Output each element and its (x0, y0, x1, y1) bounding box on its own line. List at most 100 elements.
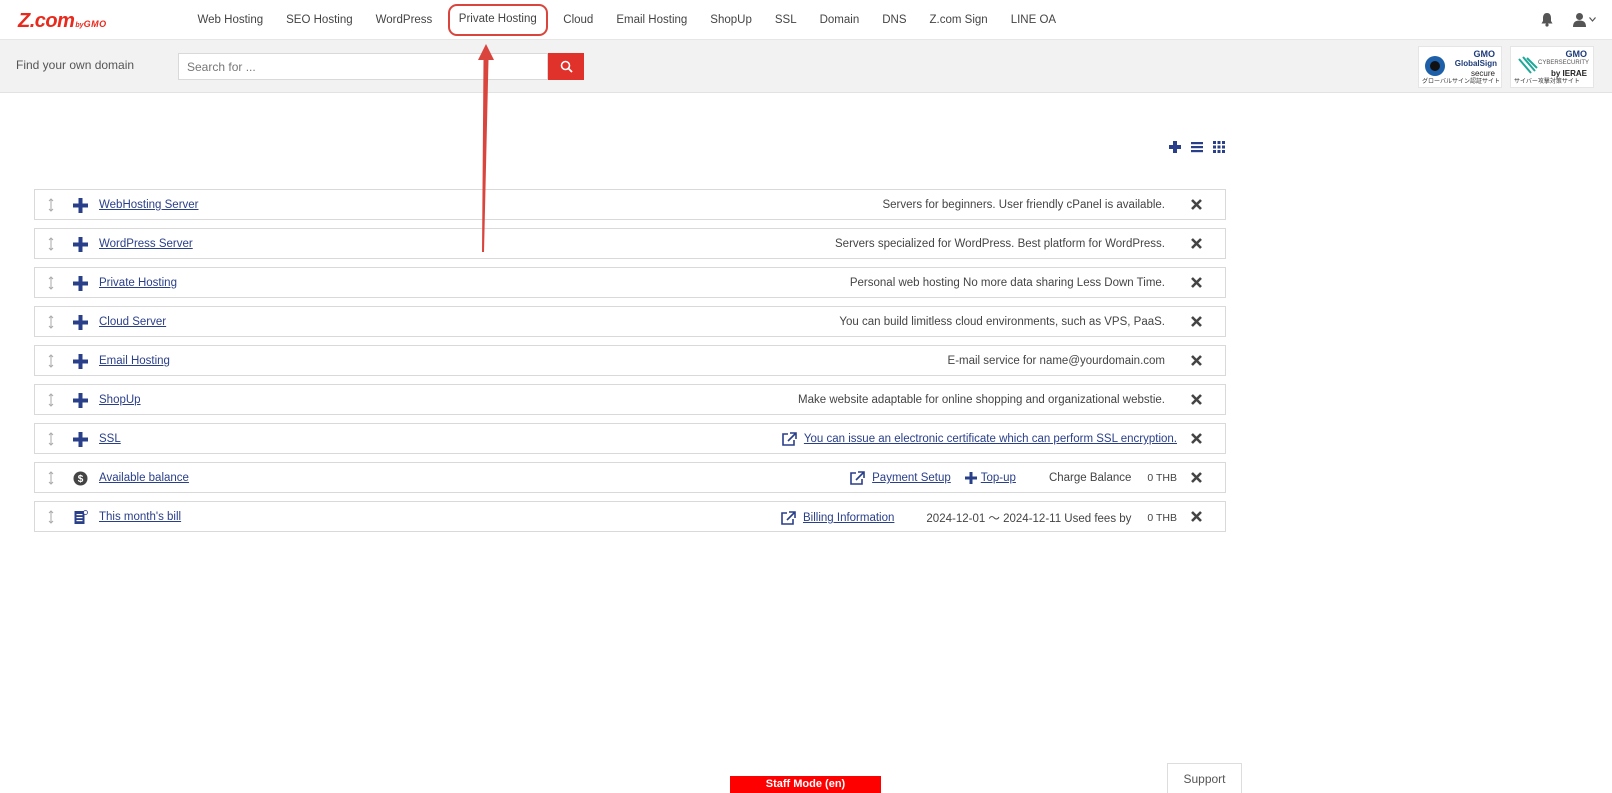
external-link-icon[interactable] (850, 471, 865, 485)
zcom-logo[interactable]: Z.com by GMO (18, 10, 107, 32)
top-nav: Z.com by GMO Web Hosting SEO Hosting Wor… (0, 0, 1612, 40)
badge-caption: サイバー攻撃対策サイト (1514, 79, 1580, 85)
grid-icon[interactable] (1212, 140, 1226, 154)
drag-handle-icon[interactable] (47, 471, 55, 485)
row-title-link[interactable]: ShopUp (99, 394, 141, 406)
close-icon[interactable] (1190, 237, 1203, 250)
plus-icon[interactable] (73, 354, 88, 369)
service-row-cloud: Cloud Server You can build limitless clo… (34, 306, 1226, 337)
row-title-link[interactable]: Email Hosting (99, 355, 170, 367)
bill-amount: 0 THB (1147, 512, 1177, 524)
globalsign-badge[interactable]: GMO GlobalSign secure グローバルサイン認証サイト (1418, 46, 1502, 88)
cybersecurity-badge[interactable]: GMO CYBERSECURITY by IERAE サイバー攻撃対策サイト (1510, 46, 1594, 88)
drag-handle-icon[interactable] (47, 237, 55, 251)
close-icon[interactable] (1190, 315, 1203, 328)
globalsign-logo-icon (1425, 56, 1445, 76)
balance-amount: 0 THB (1147, 472, 1177, 484)
list-icon[interactable] (1190, 140, 1204, 154)
drag-handle-icon[interactable] (47, 198, 55, 212)
badge-gmo: GMO (1565, 49, 1588, 59)
nav-shopup[interactable]: ShopUp (699, 0, 764, 40)
nav-wordpress[interactable]: WordPress (364, 0, 444, 40)
row-description: Servers for beginners. User friendly cPa… (882, 199, 1165, 211)
nav-line-oa[interactable]: LINE OA (999, 0, 1067, 40)
user-menu[interactable] (1572, 12, 1596, 27)
row-description: Personal web hosting No more data sharin… (849, 277, 1165, 289)
drag-handle-icon[interactable] (47, 276, 55, 290)
plus-icon[interactable] (73, 237, 88, 252)
balance-actions: Payment Setup Top-up Charge Balance 0 TH… (850, 471, 1177, 485)
row-title-link[interactable]: WordPress Server (99, 238, 193, 250)
external-link-icon[interactable] (781, 511, 796, 525)
drag-handle-icon[interactable] (47, 432, 55, 446)
nav-seo-hosting[interactable]: SEO Hosting (275, 0, 364, 40)
plus-icon[interactable] (1168, 140, 1182, 154)
user-icon (1573, 13, 1586, 27)
close-icon[interactable] (1190, 276, 1203, 289)
nav-ssl[interactable]: SSL (763, 0, 808, 40)
close-icon[interactable] (1190, 198, 1203, 211)
nav-email-hosting[interactable]: Email Hosting (605, 0, 699, 40)
drag-handle-icon[interactable] (47, 393, 55, 407)
domain-search-button[interactable] (548, 53, 584, 80)
row-title-link[interactable]: Cloud Server (99, 316, 166, 328)
row-description: Servers specialized for WordPress. Best … (835, 238, 1165, 250)
svg-text:$: $ (78, 474, 84, 485)
badge-globalsign: GlobalSign (1454, 59, 1497, 68)
ssl-link-group: You can issue an electronic certificate … (782, 432, 1177, 446)
row-title-link[interactable]: SSL (99, 433, 121, 445)
nav-domain[interactable]: Domain (808, 0, 871, 40)
plus-icon[interactable] (964, 472, 977, 484)
row-title-link[interactable]: Available balance (99, 472, 189, 484)
row-title-link[interactable]: WebHosting Server (99, 199, 199, 211)
close-icon[interactable] (1190, 432, 1203, 445)
drag-handle-icon[interactable] (47, 315, 55, 329)
nav-dns[interactable]: DNS (871, 0, 918, 40)
nav-web-hosting[interactable]: Web Hosting (186, 0, 275, 40)
invoice-icon (74, 510, 88, 524)
logo-by: by (75, 22, 84, 29)
nav-private-hosting[interactable]: Private Hosting (447, 4, 548, 36)
logo-gmo: GMO (83, 19, 107, 29)
logo-text: Z.com (18, 10, 75, 32)
annotation-arrow (478, 44, 494, 252)
nav-cloud[interactable]: Cloud (552, 0, 605, 40)
chevron-down-icon (1589, 17, 1596, 22)
plus-icon[interactable] (73, 393, 88, 408)
staff-mode-banner: Staff Mode (en) (730, 776, 881, 793)
nav-right (1540, 12, 1596, 27)
close-icon[interactable] (1190, 510, 1203, 523)
drag-handle-icon[interactable] (47, 354, 55, 368)
badge-cybersecurity: CYBERSECURITY (1537, 60, 1589, 66)
service-row-shopup: ShopUp Make website adaptable for online… (34, 384, 1226, 415)
service-row-wordpress: WordPress Server Servers specialized for… (34, 228, 1226, 259)
service-row-webhosting: WebHosting Server Servers for beginners.… (34, 189, 1226, 220)
service-row-private-hosting: Private Hosting Personal web hosting No … (34, 267, 1226, 298)
topup-link[interactable]: Top-up (981, 472, 1016, 484)
main-nav: Web Hosting SEO Hosting WordPress Privat… (186, 0, 1068, 40)
row-title-link[interactable]: This month's bill (99, 511, 181, 523)
row-title-link[interactable]: Private Hosting (99, 277, 177, 289)
plus-icon[interactable] (73, 315, 88, 330)
bill-info: Billing Information 2024-12-01 〜 2024-12… (781, 510, 1177, 526)
badge-caption: グローバルサイン認証サイト (1422, 79, 1500, 85)
support-button[interactable]: Support (1167, 763, 1242, 793)
close-icon[interactable] (1190, 471, 1203, 484)
close-icon[interactable] (1190, 393, 1203, 406)
payment-setup-link[interactable]: Payment Setup (872, 472, 951, 484)
drag-handle-icon[interactable] (47, 510, 55, 524)
plus-icon[interactable] (73, 276, 88, 291)
domain-search-label: Find your own domain (16, 58, 135, 72)
external-link-icon[interactable] (782, 432, 797, 446)
plus-icon[interactable] (73, 432, 88, 447)
billing-information-link[interactable]: Billing Information (803, 512, 894, 524)
bell-icon[interactable] (1540, 12, 1554, 27)
ssl-certificate-link[interactable]: You can issue an electronic certificate … (804, 433, 1177, 445)
row-description: Make website adaptable for online shoppi… (798, 394, 1165, 406)
service-row-email: Email Hosting E-mail service for name@yo… (34, 345, 1226, 376)
nav-zcom-sign[interactable]: Z.com Sign (918, 0, 999, 40)
domain-search-bar: Find your own domain GMO GlobalSign secu… (0, 40, 1612, 93)
plus-icon[interactable] (73, 198, 88, 213)
security-badges: GMO GlobalSign secure グローバルサイン認証サイト GMO … (1418, 46, 1594, 88)
close-icon[interactable] (1190, 354, 1203, 367)
